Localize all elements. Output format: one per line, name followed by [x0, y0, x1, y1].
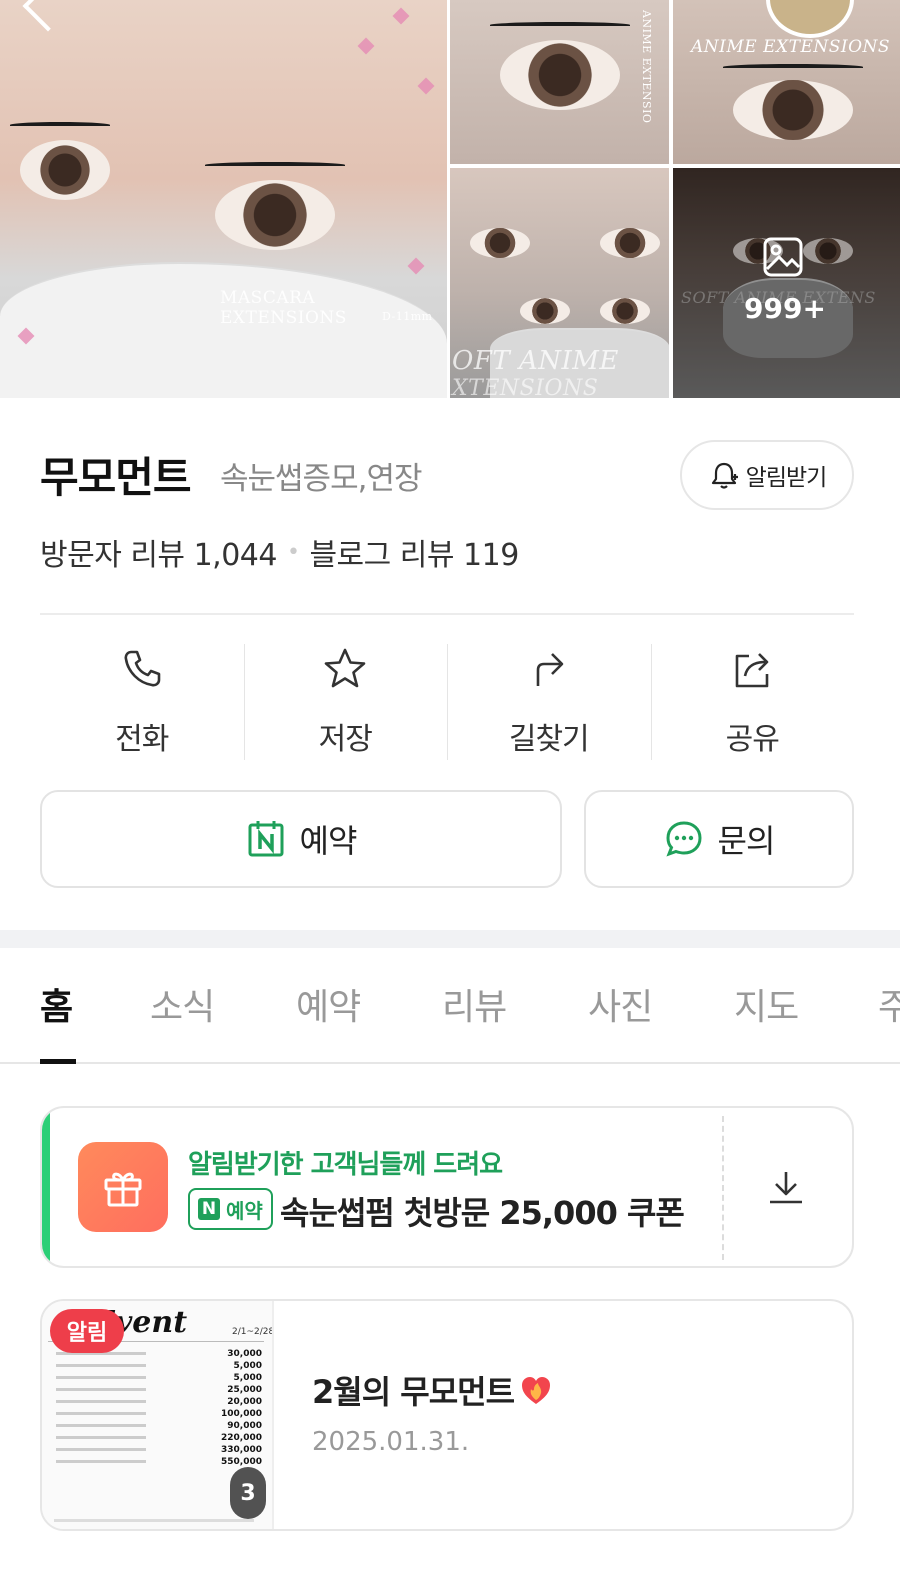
review-summary: 방문자 리뷰 1,044 • 블로그 리뷰 119 — [40, 530, 519, 574]
phone-icon — [124, 650, 161, 687]
call-button[interactable]: 전화 — [40, 640, 244, 760]
place-category: 속눈썹증모,연장 — [220, 461, 422, 497]
directions-label: 길찾기 — [508, 722, 590, 757]
photo-caption: OFT ANIME — [452, 346, 619, 376]
coupon-accent-bar — [42, 1108, 50, 1266]
photo-caption: XTENSIONS — [452, 376, 599, 398]
section-separator — [0, 930, 900, 948]
place-name: 무모먼트 — [40, 453, 192, 502]
gift-badge — [78, 1142, 168, 1232]
news-title: 2월의 무모먼트 — [312, 1367, 554, 1413]
divider — [40, 613, 854, 615]
eye — [600, 228, 660, 258]
thumbnail-row: 5,000 — [56, 1373, 262, 1383]
thumbnail-row: 330,000 — [56, 1445, 262, 1455]
naver-calendar-icon — [248, 821, 284, 857]
tab-map[interactable]: 지도 — [734, 978, 799, 1030]
eye — [520, 298, 570, 324]
separator-dot: • — [286, 539, 300, 565]
naver-booking-badge-label: 예약 — [226, 1198, 263, 1223]
naver-booking-badge: N 예약 — [188, 1188, 273, 1230]
thumbnail-row: 220,000 — [56, 1433, 262, 1443]
gem-decoration — [357, 37, 375, 55]
booking-button[interactable]: 예약 — [40, 790, 562, 888]
save-button[interactable]: 저장 — [243, 640, 448, 760]
photo-caption: ANIME EXTENSIONS — [691, 37, 891, 57]
blog-review-link[interactable]: 블로그 리뷰 119 — [309, 530, 519, 574]
inquiry-label: 문의 — [717, 822, 776, 860]
booking-label: 예약 — [299, 822, 358, 860]
lash — [723, 64, 863, 70]
tab-reviews[interactable]: 리뷰 — [442, 978, 507, 1030]
fire-heart-icon — [522, 1377, 551, 1404]
image-count-badge: 3 — [230, 1467, 266, 1519]
alert-tag: 알림 — [50, 1309, 124, 1353]
eye — [500, 40, 620, 110]
active-tab-indicator — [40, 1059, 76, 1064]
tab-more[interactable]: 주 — [878, 978, 900, 1030]
news-title-text: 2월의 무모먼트 — [312, 1373, 515, 1411]
thumbnail-footer — [54, 1519, 254, 1522]
lash — [490, 22, 630, 28]
eye — [733, 80, 853, 140]
thumbnail-row: 100,000 — [56, 1409, 262, 1419]
eye-left — [20, 140, 110, 200]
thumbnail-row: 550,000 — [56, 1457, 262, 1467]
action-row: 전화 저장 길찾기 공유 — [40, 640, 854, 760]
coupon-headline: 알림받기한 고객님들께 드려요 — [188, 1150, 503, 1180]
thumbnail-date: 2/1~2/28 — [232, 1327, 274, 1337]
gem-decoration — [407, 257, 425, 275]
save-label: 저장 — [318, 722, 373, 757]
photo-gallery[interactable]: MASCARA EXTENSIONS D-11mm ANIME EXTENSIO… — [0, 0, 900, 398]
chat-bubble-icon — [665, 821, 702, 857]
news-thumbnail[interactable]: Event 2/1~2/28 30,000 5,000 5,000 25,000… — [42, 1301, 274, 1529]
lash-right — [205, 162, 345, 168]
subscribe-alert-label: 알림받기 — [745, 465, 828, 491]
bell-plus-icon — [711, 462, 738, 489]
tab-photos[interactable]: 사진 — [588, 978, 653, 1030]
face-mask — [0, 262, 447, 398]
photo-top-middle[interactable]: ANIME EXTENSIO — [450, 0, 669, 164]
share-icon — [735, 653, 769, 688]
coupon-title: 속눈썹펌 첫방문 25,000 쿠폰 — [280, 1194, 685, 1232]
share-label: 공유 — [725, 722, 780, 757]
photo-bottom-middle[interactable]: OFT ANIME XTENSIONS — [450, 168, 669, 398]
news-card[interactable]: Event 2/1~2/28 30,000 5,000 5,000 25,000… — [40, 1299, 854, 1531]
more-photos-count[interactable]: 999+ — [740, 292, 830, 325]
eye — [470, 228, 530, 258]
tab-bar: 홈 소식 예약 리뷰 사진 지도 주 — [0, 948, 900, 1064]
subscribe-alert-button[interactable]: 알림받기 — [680, 440, 854, 510]
eye-right — [215, 180, 335, 250]
photo-caption-sub: D-11mm — [382, 310, 433, 323]
inquiry-button[interactable]: 문의 — [584, 790, 854, 888]
main-photo[interactable]: MASCARA EXTENSIONS D-11mm — [0, 0, 447, 398]
photo-caption-vertical: ANIME EXTENSIO — [640, 10, 653, 124]
directions-icon — [536, 653, 564, 686]
gem-decoration — [392, 7, 410, 25]
eye — [600, 298, 650, 324]
naver-n-icon: N — [198, 1198, 220, 1220]
tab-home[interactable]: 홈 — [40, 978, 73, 1030]
lash-left — [10, 122, 110, 128]
thumbnail-row: 25,000 — [56, 1385, 262, 1395]
star-icon — [324, 648, 366, 688]
image-icon — [763, 237, 803, 277]
more-photos-overlay[interactable] — [673, 168, 900, 398]
share-button[interactable]: 공유 — [650, 640, 855, 760]
coupon-dashed-separator — [722, 1116, 724, 1260]
tab-booking[interactable]: 예약 — [296, 978, 361, 1030]
tab-news[interactable]: 소식 — [150, 978, 215, 1030]
coupon-card[interactable]: 알림받기한 고객님들께 드려요 N 예약 속눈썹펌 첫방문 25,000 쿠폰 — [40, 1106, 854, 1268]
thumbnail-row: 20,000 — [56, 1397, 262, 1407]
call-label: 전화 — [115, 722, 169, 757]
gift-icon — [104, 1172, 142, 1207]
visitor-review-link[interactable]: 방문자 리뷰 1,044 — [40, 530, 277, 574]
thumbnail-row: 5,000 — [56, 1361, 262, 1371]
directions-button[interactable]: 길찾기 — [447, 640, 651, 760]
thumbnail-row: 90,000 — [56, 1421, 262, 1431]
download-icon[interactable] — [766, 1168, 806, 1208]
gem-decoration — [417, 77, 435, 95]
news-date: 2025.01.31. — [312, 1427, 470, 1457]
